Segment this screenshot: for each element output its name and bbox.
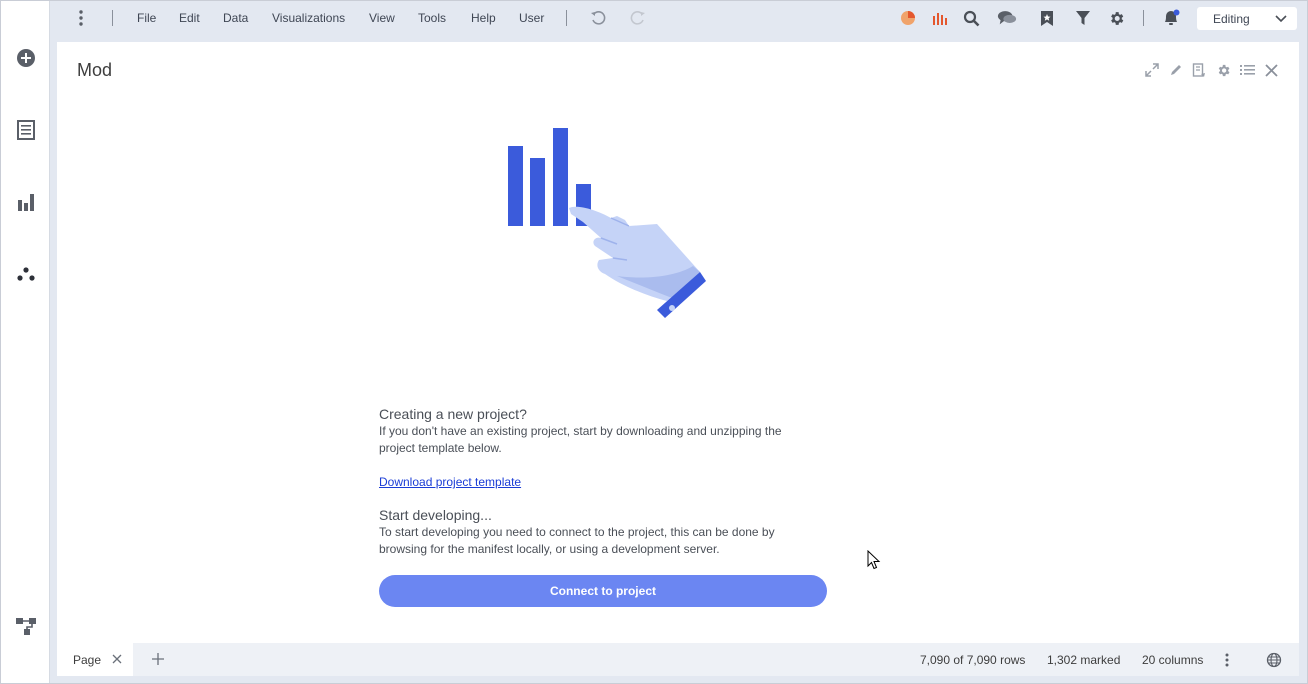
menu-tools[interactable]: Tools <box>418 1 446 35</box>
top-toolbar: File Edit Data Visualizations View Tools… <box>50 1 1307 35</box>
panel-title: Mod <box>77 60 113 80</box>
row-count: 7,090 of 7,090 rows <box>920 652 1026 667</box>
more-vertical-icon[interactable] <box>1223 643 1231 676</box>
page-tab-label: Page <box>73 652 102 667</box>
left-rail <box>1 1 50 683</box>
data-table-icon[interactable] <box>13 117 39 143</box>
menu-visualizations[interactable]: Visualizations <box>272 1 345 35</box>
chat-icon[interactable] <box>997 8 1017 28</box>
divider <box>112 10 113 26</box>
mouse-cursor-icon <box>867 549 881 575</box>
section-text: If you don't have an existing project, s… <box>379 424 782 455</box>
start-developing-section: Start developing... To start developing … <box>379 507 839 558</box>
undo-icon[interactable] <box>588 8 608 28</box>
edit-icon[interactable] <box>1167 61 1185 79</box>
export-icon[interactable] <box>1190 61 1208 79</box>
data-canvas-icon[interactable] <box>13 613 39 639</box>
section-text: To start developing you need to connect … <box>379 525 775 556</box>
visualization-panel: Mod Creating a new project? If you don't… <box>57 42 1299 643</box>
redo-icon[interactable] <box>628 8 648 28</box>
download-template-link[interactable]: Download project template <box>379 475 521 489</box>
add-icon[interactable] <box>13 45 39 71</box>
mode-select[interactable]: Editing <box>1197 7 1297 30</box>
new-project-section: Creating a new project? If you don't hav… <box>379 406 839 457</box>
marked-count: 1,302 marked <box>1047 652 1121 667</box>
globe-icon[interactable] <box>1266 643 1282 676</box>
mod-illustration <box>507 126 707 331</box>
visualization-icon[interactable] <box>13 189 39 215</box>
search-icon[interactable] <box>961 8 981 28</box>
mode-select-value: Editing <box>1213 11 1250 26</box>
maximize-icon[interactable] <box>1143 61 1161 79</box>
bookmark-icon[interactable] <box>1037 8 1057 28</box>
menu-edit[interactable]: Edit <box>179 1 200 35</box>
column-count: 20 columns <box>1142 652 1204 667</box>
menu-file[interactable]: File <box>137 1 156 35</box>
status-bar: Page 7,090 of 7,090 rows 1,302 marked 20… <box>57 643 1299 676</box>
more-vertical-icon[interactable] <box>71 8 91 28</box>
add-page-icon[interactable] <box>150 651 166 667</box>
divider <box>1143 10 1144 26</box>
divider <box>566 10 567 26</box>
notification-icon[interactable] <box>1161 8 1181 28</box>
menu-help[interactable]: Help <box>471 1 496 35</box>
bar-chart-icon[interactable] <box>930 8 950 28</box>
section-heading: Start developing... <box>379 507 492 523</box>
analytics-icon[interactable] <box>13 261 39 287</box>
pie-icon[interactable] <box>898 8 918 28</box>
list-icon[interactable] <box>1238 61 1256 79</box>
chevron-down-icon <box>1275 13 1287 27</box>
close-icon[interactable] <box>111 653 123 665</box>
section-heading: Creating a new project? <box>379 406 527 422</box>
menu-data[interactable]: Data <box>223 1 248 35</box>
menu-view[interactable]: View <box>369 1 395 35</box>
tab-page[interactable]: Page <box>57 643 133 676</box>
connect-to-project-button[interactable]: Connect to project <box>379 575 827 607</box>
close-icon[interactable] <box>1262 61 1280 79</box>
settings-icon[interactable] <box>1214 61 1232 79</box>
gear-icon[interactable] <box>1106 8 1126 28</box>
filter-icon[interactable] <box>1073 8 1093 28</box>
menu-user[interactable]: User <box>519 1 544 35</box>
